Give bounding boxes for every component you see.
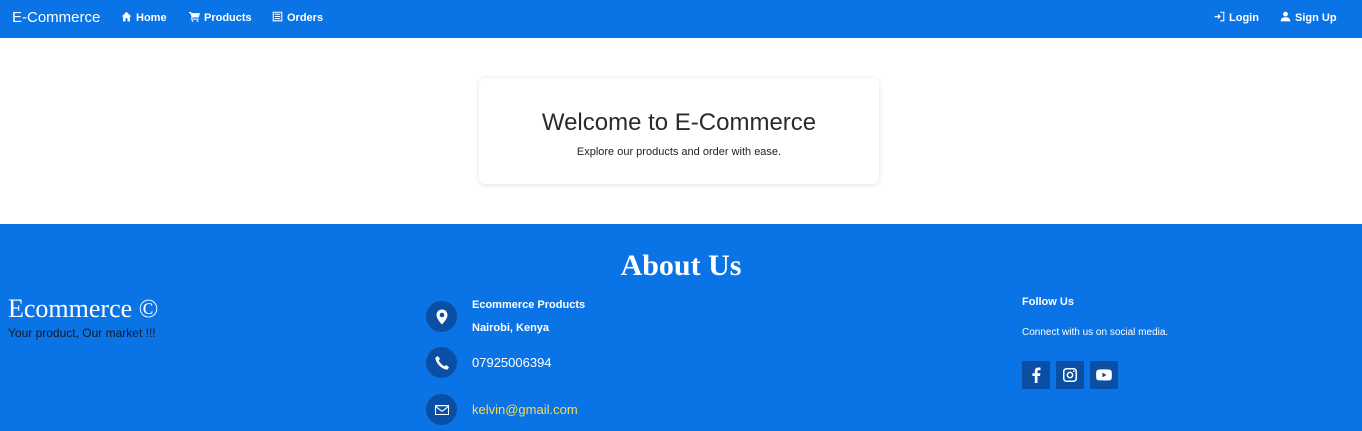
youtube-icon[interactable]	[1090, 361, 1118, 389]
phone-icon	[426, 347, 457, 378]
login-icon	[1214, 11, 1225, 25]
nav-products-link[interactable]: Products	[189, 11, 252, 25]
location-icon	[426, 301, 457, 332]
facebook-icon[interactable]	[1022, 361, 1050, 389]
cart-icon	[189, 11, 200, 25]
navbar-brand[interactable]: E-Commerce	[12, 9, 100, 26]
welcome-card: Welcome to E-Commerce Explore our produc…	[479, 78, 879, 184]
welcome-title: Welcome to E-Commerce	[541, 109, 817, 136]
footer: About Us Ecommerce © Your product, Our m…	[0, 224, 1362, 431]
nav-products-label: Products	[204, 12, 252, 24]
user-icon	[1280, 11, 1291, 25]
nav-signup-label: Sign Up	[1295, 12, 1337, 24]
list-icon	[272, 11, 283, 25]
follow-us-title: Follow Us	[1022, 296, 1074, 308]
contact-company: Ecommerce Products	[472, 299, 586, 311]
nav-login-link[interactable]: Login	[1214, 11, 1259, 25]
contact-location: Nairobi, Kenya	[472, 322, 550, 334]
nav-orders-link[interactable]: Orders	[272, 11, 323, 25]
navbar: E-Commerce Home Products Orders Login Si…	[0, 0, 1362, 38]
footer-tagline: Your product, Our market !!!	[8, 326, 156, 340]
nav-home-label: Home	[136, 12, 167, 24]
nav-login-label: Login	[1229, 12, 1259, 24]
footer-brand: Ecommerce ©	[8, 294, 159, 323]
instagram-icon[interactable]	[1056, 361, 1084, 389]
follow-us-text: Connect with us on social media.	[1022, 327, 1169, 338]
envelope-icon	[426, 394, 457, 425]
welcome-subtitle: Explore our products and order with ease…	[576, 146, 782, 158]
about-us-heading: About Us	[620, 249, 742, 282]
contact-email-link[interactable]: kelvin@gmail.com	[472, 402, 578, 417]
home-icon	[121, 11, 132, 25]
hero-section: Welcome to E-Commerce Explore our produc…	[0, 38, 1362, 224]
contact-phone: 07925006394	[472, 355, 552, 370]
nav-signup-link[interactable]: Sign Up	[1280, 11, 1337, 25]
nav-orders-label: Orders	[287, 12, 324, 24]
nav-home-link[interactable]: Home	[121, 11, 167, 25]
